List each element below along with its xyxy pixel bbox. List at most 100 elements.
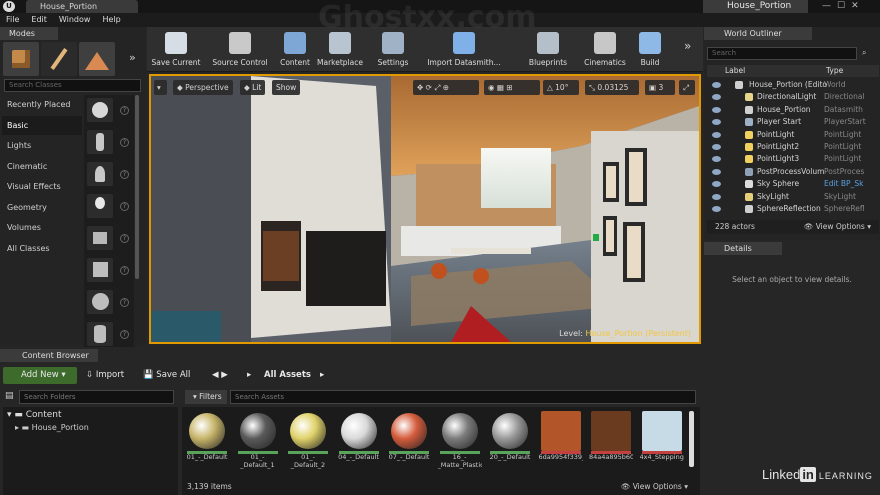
- help-icon[interactable]: ?: [120, 234, 129, 243]
- outliner-row[interactable]: Sky Sphere Edit BP_Sk: [707, 178, 879, 190]
- outliner-row[interactable]: Player Start PlayerStart: [707, 116, 879, 128]
- visibility-eye-icon[interactable]: [712, 156, 721, 163]
- menu-edit[interactable]: Edit: [31, 13, 47, 27]
- content-button[interactable]: Content: [280, 29, 310, 71]
- category-cinematic[interactable]: Cinematic: [2, 157, 82, 176]
- category-lights[interactable]: Lights: [2, 136, 82, 155]
- outliner-row[interactable]: SphereReflection SphereRefl: [707, 203, 879, 215]
- settings-button[interactable]: Settings: [373, 29, 413, 71]
- outliner-row[interactable]: PointLight PointLight: [707, 129, 879, 141]
- folder-content[interactable]: ▾ ▬ Content: [7, 410, 62, 420]
- menu-window[interactable]: Window: [59, 13, 91, 27]
- visibility-eye-icon[interactable]: [712, 119, 721, 126]
- asset-tile[interactable]: 6da9954f339_2_2_Tex: [539, 410, 583, 466]
- type-column[interactable]: Type: [826, 66, 843, 75]
- empty-actor-icon[interactable]: [87, 98, 113, 122]
- place-mode-icon[interactable]: [3, 42, 39, 76]
- save-button[interactable]: Save Current: [150, 29, 202, 71]
- snap-tools[interactable]: ◉ ▦ ⊞: [484, 80, 540, 95]
- asset-tile[interactable]: 04_-_Default: [337, 410, 381, 466]
- build-button[interactable]: Build: [638, 29, 662, 71]
- asset-tile[interactable]: 84a4a895b60c_2_2_Tex: [589, 410, 633, 466]
- category-volumes[interactable]: Volumes: [2, 218, 82, 237]
- camera-speed[interactable]: ▣ 3: [645, 80, 675, 95]
- visibility-eye-icon[interactable]: [712, 193, 721, 200]
- visibility-eye-icon[interactable]: [712, 82, 721, 88]
- window-controls[interactable]: —☐✕: [822, 0, 880, 13]
- import-button[interactable]: ⇩ Import: [86, 367, 124, 384]
- menu-help[interactable]: Help: [102, 13, 120, 27]
- category-visual-effects[interactable]: Visual Effects: [2, 177, 82, 196]
- outliner-row[interactable]: SkyLight SkyLight: [707, 191, 879, 203]
- sources-toggle-icon[interactable]: ▤: [5, 391, 14, 401]
- level-viewport[interactable]: ▾ ◆ Perspective ◆ Lit Show ✥ ⟳ ⤢ ⊕ ◉ ▦ ⊞…: [149, 74, 701, 344]
- category-all-classes[interactable]: All Classes: [2, 239, 82, 258]
- path-folder-icon[interactable]: ▸: [247, 367, 251, 384]
- help-icon[interactable]: ?: [120, 106, 129, 115]
- help-icon[interactable]: ?: [120, 266, 129, 275]
- visibility-eye-icon[interactable]: [712, 206, 721, 212]
- details-tab[interactable]: Details: [704, 242, 782, 255]
- datasmith-button[interactable]: Import Datasmith...: [424, 29, 504, 71]
- path-all-assets[interactable]: All Assets: [264, 367, 311, 384]
- asset-scrollbar[interactable]: [689, 411, 694, 467]
- toolbar-more-icon[interactable]: »: [684, 39, 691, 53]
- visibility-eye-icon[interactable]: [712, 144, 721, 150]
- scale-snap[interactable]: ⤡ 0.03125: [585, 80, 639, 95]
- blueprints-button[interactable]: Blueprints: [523, 29, 573, 71]
- actor-type[interactable]: Edit BP_Sk: [824, 178, 863, 190]
- cinematics-button[interactable]: Cinematics: [579, 29, 631, 71]
- asset-tile[interactable]: 01_-_Default_1: [236, 410, 280, 468]
- level-tab[interactable]: House_Portion: [26, 0, 138, 13]
- help-icon[interactable]: ?: [120, 138, 129, 147]
- outliner-row[interactable]: House_Portion (Edito World: [707, 79, 879, 91]
- outliner-row[interactable]: PostProcessVolum PostProces: [707, 166, 879, 178]
- more-modes-icon[interactable]: »: [129, 51, 136, 64]
- history-nav[interactable]: ◀ ▶: [212, 367, 228, 384]
- rotation-snap[interactable]: △ 10°: [543, 80, 579, 95]
- help-icon[interactable]: ?: [120, 202, 129, 211]
- modes-tab[interactable]: Modes: [0, 27, 58, 40]
- help-icon[interactable]: ?: [120, 170, 129, 179]
- visibility-eye-icon[interactable]: [712, 168, 721, 175]
- visibility-eye-icon[interactable]: [712, 94, 721, 101]
- marketplace-button[interactable]: Marketplace: [312, 29, 368, 71]
- folder-house-portion[interactable]: ▸ ▬ House_Portion: [15, 423, 89, 432]
- help-icon[interactable]: ?: [120, 298, 129, 307]
- visibility-eye-icon[interactable]: [712, 181, 721, 188]
- outliner-row[interactable]: DirectionalLight Directional: [707, 91, 879, 103]
- outliner-search-input[interactable]: Search: [707, 47, 857, 60]
- cube-icon[interactable]: [87, 258, 113, 282]
- asset-tile[interactable]: 01_-_Default_2: [286, 410, 330, 468]
- sphere-icon[interactable]: [87, 290, 113, 314]
- add-new-button[interactable]: Add New ▾: [3, 367, 77, 384]
- category-geometry[interactable]: Geometry: [2, 198, 82, 217]
- save-all-button[interactable]: 💾 Save All: [143, 367, 190, 384]
- point-light-class-icon[interactable]: [87, 194, 113, 218]
- visibility-eye-icon[interactable]: [712, 106, 721, 113]
- outliner-row[interactable]: House_Portion Datasmith: [707, 104, 879, 116]
- outliner-row[interactable]: PointLight2 PointLight: [707, 141, 879, 153]
- perspective-button[interactable]: ◆ Perspective: [173, 80, 233, 95]
- outliner-row[interactable]: PointLight3 PointLight: [707, 153, 879, 165]
- visibility-eye-icon[interactable]: [712, 131, 721, 138]
- transform-tools[interactable]: ✥ ⟳ ⤢ ⊕: [413, 80, 479, 95]
- empty-pawn-icon[interactable]: [87, 162, 113, 186]
- viewport-options-icon[interactable]: ▾: [154, 80, 167, 95]
- search-folders-input[interactable]: Search Folders: [19, 390, 174, 404]
- search-classes-input[interactable]: Search Classes: [4, 79, 141, 92]
- content-view-options[interactable]: 👁 View Options ▾: [621, 480, 688, 494]
- asset-tile[interactable]: 16_-_Matte_Plastic: [438, 410, 482, 468]
- category-basic[interactable]: Basic: [2, 115, 82, 135]
- maximize-viewport-icon[interactable]: ⤢: [679, 80, 695, 95]
- filters-button[interactable]: ▾ Filters ▾: [185, 390, 227, 415]
- content-browser-tab[interactable]: Content Browser: [0, 349, 98, 362]
- help-icon[interactable]: ?: [120, 330, 129, 339]
- modes-scrollbar[interactable]: [135, 95, 139, 279]
- paint-mode-icon[interactable]: [41, 42, 77, 76]
- asset-tile[interactable]: 20_-_Default: [488, 410, 532, 466]
- project-tab[interactable]: House_Portion: [703, 0, 808, 13]
- search-icon[interactable]: ⌕: [862, 48, 866, 58]
- outliner-view-options[interactable]: 👁 View Options ▾: [804, 220, 871, 234]
- label-column[interactable]: Label: [725, 66, 745, 75]
